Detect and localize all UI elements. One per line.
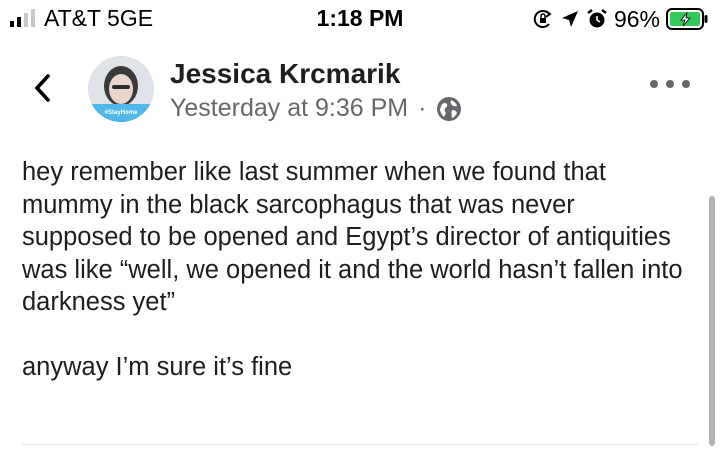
status-bar: AT&T 5GE 1:18 PM 96% bbox=[0, 0, 720, 40]
chevron-left-icon bbox=[35, 74, 50, 102]
location-arrow-icon bbox=[561, 11, 578, 27]
profile-photo: #StayHome bbox=[88, 56, 154, 122]
avatar-caption: #StayHome bbox=[105, 110, 138, 116]
status-indicators: 96% bbox=[532, 4, 708, 34]
meta-separator: · bbox=[418, 94, 427, 122]
divider bbox=[22, 444, 698, 445]
scrollbar[interactable] bbox=[709, 196, 715, 446]
author-name[interactable]: Jessica Krcmarik bbox=[170, 58, 400, 90]
battery-percent: 96% bbox=[613, 5, 660, 32]
more-dot-icon bbox=[682, 80, 690, 88]
avatar[interactable]: #StayHome bbox=[88, 56, 154, 122]
post-meta: Yesterday at 9:36 PM · bbox=[170, 94, 462, 123]
post-timestamp[interactable]: Yesterday at 9:36 PM bbox=[170, 94, 408, 123]
more-dot-icon bbox=[650, 80, 658, 88]
battery-charging-icon bbox=[666, 8, 708, 30]
back-button[interactable] bbox=[22, 68, 62, 108]
globe-icon[interactable] bbox=[436, 96, 462, 122]
screen-lock-rotation-icon bbox=[533, 10, 552, 28]
post-text: hey remember like last summer when we fo… bbox=[22, 158, 683, 381]
more-options-button[interactable] bbox=[650, 76, 690, 92]
alarm-icon bbox=[587, 9, 607, 28]
more-dot-icon bbox=[666, 80, 674, 88]
